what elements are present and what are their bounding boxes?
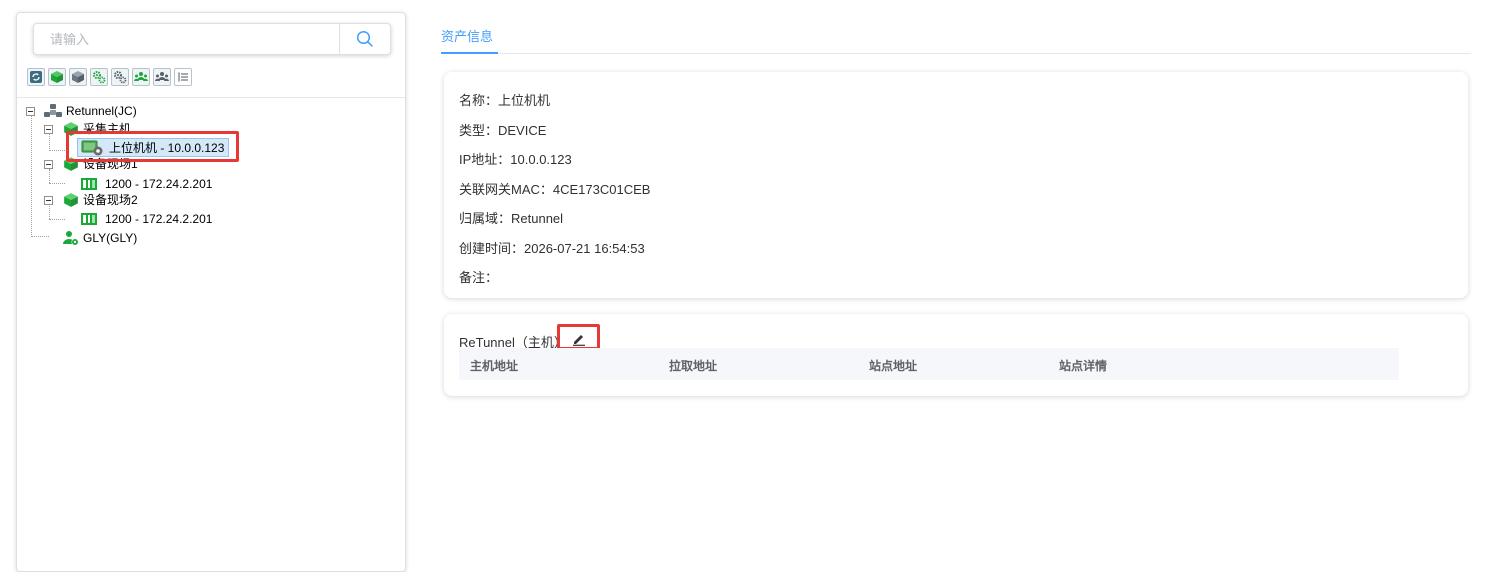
green-cube-icon <box>64 156 78 171</box>
gears-gray-button[interactable] <box>111 68 129 86</box>
pencil-icon <box>573 335 585 346</box>
gears-green-button[interactable] <box>90 68 108 86</box>
tree-node-label: Retunnel(JC) <box>66 103 137 118</box>
tree-node-label: 设备现场1 <box>83 157 138 171</box>
refresh-button[interactable] <box>27 68 45 86</box>
network-icon <box>44 103 62 117</box>
search-box <box>33 23 391 55</box>
column-site-details: 站点详情 <box>1059 359 1108 373</box>
tree-line <box>49 183 65 184</box>
device-icon <box>81 177 97 190</box>
tree-node-label: GLY(GLY) <box>83 230 138 245</box>
tree-line <box>49 150 65 151</box>
panel-divider <box>17 97 405 98</box>
tree-toggle-group1[interactable] <box>44 125 53 134</box>
tree-node-group2-item[interactable]: 1200 - 172.24.2.201 <box>81 175 212 192</box>
users-green-button[interactable] <box>132 68 150 86</box>
asset-ip: IP地址：10.0.0.123 <box>459 152 572 167</box>
tree-node-group2[interactable]: 设备现场1 <box>63 155 138 172</box>
asset-tree-panel: Retunnel(JC) 采集主机 上位机机 - 10.0.0.123 设备现场… <box>16 12 406 572</box>
users-gray-button[interactable] <box>153 68 171 86</box>
tab-active-indicator <box>441 52 498 54</box>
gray-cube-icon <box>72 71 84 83</box>
tree-toggle-group2[interactable] <box>44 160 53 169</box>
green-gears-icon <box>93 71 106 84</box>
retunnel-card: ReTunnel（主机） 主机地址 拉取地址 站点地址 站点详情 <box>444 314 1468 396</box>
green-cube-icon <box>51 71 63 83</box>
asset-name: 名称：上位机机 <box>459 93 551 108</box>
green-cube-icon <box>64 192 78 207</box>
tree-line <box>31 236 49 237</box>
tree-node-group3[interactable]: 设备现场2 <box>63 191 138 208</box>
column-host-address: 主机地址 <box>470 359 519 373</box>
tree-line <box>49 169 50 183</box>
device-icon <box>81 212 97 225</box>
tab-asset-info[interactable]: 资产信息 <box>441 26 493 45</box>
green-users-icon <box>134 72 148 81</box>
asset-remark: 备注： <box>459 270 499 285</box>
tree-line <box>49 219 65 220</box>
tree-toggle-root[interactable] <box>26 107 35 116</box>
tree-node-label: 上位机机 - 10.0.0.123 <box>109 141 225 155</box>
expand-gray-button[interactable] <box>69 68 87 86</box>
asset-type: 类型：DEVICE <box>459 123 547 138</box>
asset-gateway-mac: 关联网关MAC：4CE173C01CEB <box>459 182 651 197</box>
gray-gears-icon <box>114 71 127 84</box>
tree-node-label: 1200 - 172.24.2.201 <box>105 211 213 226</box>
search-icon <box>356 30 373 47</box>
asset-created-time: 创建时间：2026-07-21 16:54:53 <box>459 241 645 256</box>
tree-toggle-group3[interactable] <box>44 196 53 205</box>
tree-node-user[interactable]: GLY(GLY) <box>63 229 137 246</box>
gray-users-icon <box>155 72 169 81</box>
retunnel-table-header: 主机地址 拉取地址 站点地址 站点详情 <box>459 348 1399 380</box>
search-input[interactable] <box>34 24 340 54</box>
tree-node-label: 1200 - 172.24.2.201 <box>105 176 213 191</box>
tree-node-root[interactable]: Retunnel(JC) <box>44 102 137 119</box>
tree-line <box>31 116 32 237</box>
tree-node-group3-item[interactable]: 1200 - 172.24.2.201 <box>81 210 212 227</box>
tree-node-group1[interactable]: 采集主机 <box>63 120 131 137</box>
tabs-divider <box>441 53 1471 54</box>
column-site-address: 站点地址 <box>869 359 918 373</box>
green-cube-icon <box>64 121 78 136</box>
tree-node-label: 采集主机 <box>83 122 132 136</box>
host-settings-icon <box>81 140 103 155</box>
refresh-icon <box>30 71 42 83</box>
user-settings-icon <box>63 230 79 245</box>
expand-green-button[interactable] <box>48 68 66 86</box>
list-icon <box>178 72 188 82</box>
tree-toolbar <box>27 68 192 88</box>
tree-line <box>49 204 50 219</box>
column-pull-address: 拉取地址 <box>669 359 718 373</box>
search-button[interactable] <box>339 24 390 54</box>
tree-node-label: 设备现场2 <box>83 193 138 207</box>
asset-domain: 归属域：Retunnel <box>459 211 564 226</box>
edit-button[interactable] <box>570 331 588 347</box>
list-view-button[interactable] <box>174 68 192 86</box>
tree-line <box>49 133 50 151</box>
asset-info-card: 名称：上位机机 类型：DEVICE IP地址：10.0.0.123 关联网关MA… <box>444 72 1468 298</box>
